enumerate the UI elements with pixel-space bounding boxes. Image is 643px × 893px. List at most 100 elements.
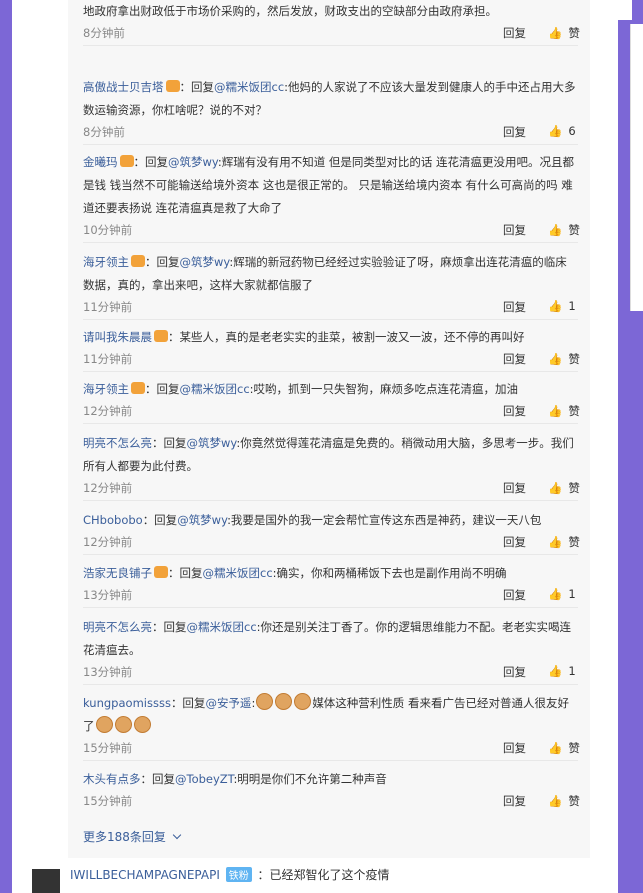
username[interactable]: 请叫我朱晨晨 [83, 330, 152, 344]
time: 11分钟前 [83, 300, 133, 314]
comment-text: :哎哟，抓到一只失智狗，麻烦多吃点连花清瘟，加油 [249, 382, 519, 396]
comment-text: :辉瑞有没有用不知道 但是同类型对比的话 连花清瘟更没用吧。况且都是钱 钱当然不… [83, 155, 575, 215]
more-replies-label: 更多188条回复 [83, 830, 166, 844]
like-button[interactable]: 👍 1 [548, 299, 576, 313]
reply-to[interactable]: @糯米饭团cc [187, 620, 257, 634]
more-replies-link[interactable]: 更多188条回复 [83, 828, 182, 845]
reply-to[interactable]: @糯米饭团cc [180, 382, 250, 396]
comment-text: ：已经郑智化了这个疫情 [257, 868, 390, 882]
time: 13分钟前 [83, 665, 133, 679]
like-button[interactable]: 👍 赞 [548, 403, 580, 419]
time: 10分钟前 [83, 223, 133, 237]
username[interactable]: 木头有点多 [83, 772, 141, 786]
fan-badge: 铁粉 [225, 867, 252, 882]
username[interactable]: 海牙领主 [83, 382, 129, 396]
username[interactable]: 明亮不怎么亮 [83, 436, 152, 450]
like-count: 赞 [568, 794, 580, 808]
badge-icon [165, 80, 180, 92]
like-button[interactable]: 👍 赞 [548, 480, 580, 496]
username[interactable]: 浩家无良铺子 [83, 566, 152, 580]
like-count: 1 [568, 299, 576, 313]
reply-button[interactable]: 回复 [503, 351, 526, 367]
badge-icon [131, 255, 145, 267]
comment-text: ：某些人，真的是老老实实的韭菜，被割一波又一波，还不停的再叫好 [168, 330, 525, 344]
comment: 高傲战士贝吉塔 ：回复@糯米饭团cc:他妈的人家说了不应该大量发到健康人的手中还占… [83, 76, 578, 145]
comment: CHbobobo：回复@筑梦wy:我要是国外的我一定会帮忙宣传这东西是神药，建议… [83, 509, 580, 555]
reply-to[interactable]: @筑梦wy [180, 255, 230, 269]
like-count: 赞 [568, 404, 580, 418]
comment: 金曦玛 ：回复@筑梦wy:辉瑞有没有用不知道 但是同类型对比的话 连花清瘟更没用吧… [83, 151, 580, 243]
like-button[interactable]: 👍 赞 [548, 534, 580, 550]
emoji-icon [294, 693, 312, 710]
time: 15分钟前 [83, 794, 133, 808]
reply-button[interactable]: 回复 [503, 222, 526, 238]
like-button[interactable]: 👍 1 [548, 664, 576, 678]
username[interactable]: kungpaomissss [83, 696, 171, 710]
reply-to[interactable]: @筑梦wy [168, 155, 218, 169]
like-count: 1 [568, 587, 576, 601]
comment: 海牙领主 ：回复@糯米饭团cc:哎哟，抓到一只失智狗，麻烦多吃点连花清瘟，加油 1… [83, 378, 580, 424]
reply-button[interactable]: 回复 [503, 480, 526, 496]
time: 12分钟前 [83, 535, 133, 549]
username[interactable]: 高傲战士贝吉塔 [83, 80, 164, 94]
like-count: 赞 [568, 535, 580, 549]
username[interactable]: 明亮不怎么亮 [83, 620, 152, 634]
comment: 明亮不怎么亮：回复@筑梦wy:你竟然觉得莲花清瘟是免费的。稍微动用大脑，多思考一… [83, 432, 580, 501]
reply-to[interactable]: @糯米饭团cc [214, 80, 284, 94]
comment: 浩家无良铺子 ：回复@糯米饭团cc:确实，你和两桶稀饭下去也是副作用尚不明确 13… [83, 562, 578, 608]
comment: 地政府拿出财政低于市场价采购的，然后发放，财政支出的空缺部分由政府承担。 8分钟… [83, 0, 580, 46]
reply-button[interactable]: 回复 [503, 403, 526, 419]
reply-to[interactable]: @安予遥 [205, 696, 251, 710]
like-button[interactable]: 👍 赞 [548, 740, 580, 756]
time: 8分钟前 [83, 125, 125, 139]
like-count: 6 [568, 124, 576, 138]
reply-button[interactable]: 回复 [503, 664, 526, 680]
reply-to[interactable]: @糯米饭团cc [203, 566, 273, 580]
time: 12分钟前 [83, 481, 133, 495]
comment: 请叫我朱晨晨 ：某些人，真的是老老实实的韭菜，被割一波又一波，还不停的再叫好 11… [83, 326, 580, 372]
time: 8分钟前 [83, 26, 125, 40]
comment: 木头有点多：回复@TobeyZT:明明是你们不允许第二种声音 15分钟前 回复 … [83, 772, 580, 809]
avatar[interactable] [32, 869, 60, 893]
username[interactable]: 海牙领主 [83, 255, 129, 269]
comment-text: :明明是你们不允许第二种声音 [233, 772, 387, 786]
comment: kungpaomissss：回复@安予遥: 媒体这种营利性质 看来看广告已经对普通… [83, 692, 580, 761]
username[interactable]: 金曦玛 [83, 155, 118, 169]
next-comment: IWILLBECHAMPAGNEPAPI 铁粉 ：已经郑智化了这个疫情 [12, 858, 618, 893]
emoji-icon [95, 716, 113, 733]
time: 11分钟前 [83, 352, 133, 366]
like-button[interactable]: 👍 赞 [548, 222, 580, 238]
badge-icon [131, 382, 145, 394]
right-card [630, 24, 643, 311]
like-button[interactable]: 👍 赞 [548, 351, 580, 367]
like-button[interactable]: 👍 6 [548, 124, 576, 138]
like-count: 赞 [568, 741, 580, 755]
like-count: 赞 [568, 352, 580, 366]
reply-button[interactable]: 回复 [503, 299, 526, 315]
reply-button[interactable]: 回复 [503, 587, 526, 603]
reply-button[interactable]: 回复 [503, 124, 526, 140]
comment-text: :我要是国外的我一定会帮忙宣传这东西是神药，建议一天八包 [227, 513, 542, 527]
reply-to[interactable]: @筑梦wy [177, 513, 227, 527]
reply-to[interactable]: @筑梦wy [187, 436, 237, 450]
time: 13分钟前 [83, 588, 133, 602]
reply-button[interactable]: 回复 [503, 740, 526, 756]
emoji-icon [275, 693, 293, 710]
like-button[interactable]: 👍 赞 [548, 793, 580, 809]
reply-button[interactable]: 回复 [503, 534, 526, 550]
emoji-icon [114, 716, 132, 733]
reply-button[interactable]: 回复 [503, 793, 526, 809]
emoji-icon [256, 693, 274, 710]
reply-button[interactable]: 回复 [503, 25, 526, 41]
like-count: 赞 [568, 481, 580, 495]
comment-text: :确实，你和两桶稀饭下去也是副作用尚不明确 [272, 566, 507, 580]
username[interactable]: CHbobobo [83, 513, 143, 527]
comment: 海牙领主 ：回复@筑梦wy:辉瑞的新冠药物已经经过实验验证了呀，麻烦拿出连花清瘟的… [83, 251, 578, 320]
like-count: 赞 [568, 223, 580, 237]
badge-icon [154, 330, 168, 342]
username[interactable]: IWILLBECHAMPAGNEPAPI [70, 868, 220, 882]
like-button[interactable]: 👍 1 [548, 587, 576, 601]
reply-to[interactable]: @TobeyZT [175, 772, 233, 786]
comment-list: 地政府拿出财政低于市场价采购的，然后发放，财政支出的空缺部分由政府承担。 8分钟… [68, 0, 590, 858]
like-button[interactable]: 👍 赞 [548, 25, 580, 41]
